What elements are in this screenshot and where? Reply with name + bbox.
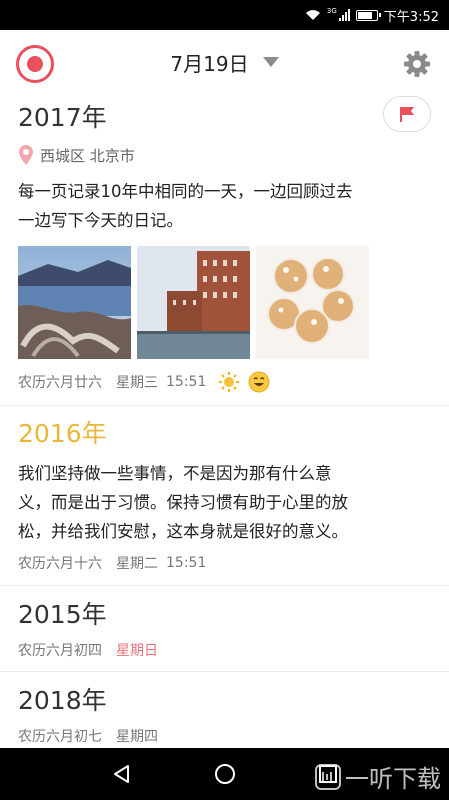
weekday: 星期二 xyxy=(116,556,158,572)
entry-year: 2016年 xyxy=(18,419,107,448)
gear-icon[interactable] xyxy=(403,50,431,78)
entry-text-line: 一边写下今天的日记。 xyxy=(18,211,183,230)
current-date: 7月19日 xyxy=(170,51,249,76)
entry-text-line: 我们坚持做一些事情，不是因为那有什么意 xyxy=(18,464,332,483)
location-text: 西城区 北京市 xyxy=(40,146,135,165)
app-bar: 7月19日 xyxy=(0,30,449,94)
lunar-date: 农历六月廿六 xyxy=(18,375,102,391)
signal-icon xyxy=(338,9,350,21)
photo-canal-buildings[interactable] xyxy=(137,246,250,359)
photo-strip xyxy=(18,246,369,359)
entry-year: 2017年 xyxy=(18,103,107,132)
status-time: 下午3:52 xyxy=(383,9,439,25)
entry-text-line: 松，并给我们安慰，这本身就是很好的意义。 xyxy=(18,522,348,541)
sun-icon[interactable] xyxy=(218,371,240,393)
location-pin-icon xyxy=(19,145,33,165)
battery-icon xyxy=(355,9,381,21)
weekday: 星期三 xyxy=(116,375,158,391)
entry-time: 15:51 xyxy=(166,555,207,571)
entry-meta: 农历六月廿六 星期三 15:51 xyxy=(18,371,270,393)
entry-meta: 农历六月十六 星期二 15:51 xyxy=(18,553,206,573)
watermark-text: 一听下载 xyxy=(345,765,441,793)
smile-emoji-icon[interactable] xyxy=(248,371,270,393)
weekday: 星期四 xyxy=(116,729,158,745)
flag-button[interactable] xyxy=(383,96,431,132)
entry-text-line: 义，而是出于习惯。保持习惯有助于心里的放 xyxy=(18,493,348,512)
date-picker[interactable]: 7月19日 xyxy=(170,48,279,77)
entry-meta: 农历六月初四 星期日 xyxy=(18,640,158,660)
network-type: 3G xyxy=(326,7,337,15)
entry-text-line: 每一页记录10年中相同的一天，一边回顾过去 xyxy=(18,182,353,201)
photo-cream-puffs[interactable] xyxy=(256,246,369,359)
entry-year: 2018年 xyxy=(18,686,107,715)
flag-icon xyxy=(400,107,414,122)
entry-time: 15:51 xyxy=(166,374,207,390)
location[interactable]: 西城区 北京市 xyxy=(18,144,135,166)
status-bar: 3G 下午3:52 xyxy=(0,0,449,30)
lunar-date: 农历六月十六 xyxy=(18,556,102,572)
lunar-date: 农历六月初七 xyxy=(18,729,102,745)
app-logo-icon[interactable] xyxy=(16,45,54,83)
wifi-icon xyxy=(305,10,320,20)
watermark-logo-icon xyxy=(315,763,341,790)
back-icon[interactable] xyxy=(111,763,133,785)
photo-lake-driftwood[interactable] xyxy=(18,246,131,359)
entry-text: 每一页记录10年中相同的一天，一边回顾过去 一边写下今天的日记。 xyxy=(18,177,430,235)
chevron-down-icon xyxy=(262,57,279,67)
entry-text: 我们坚持做一些事情，不是因为那有什么意 义，而是出于习惯。保持习惯有助于心里的放… xyxy=(18,459,430,546)
lunar-date: 农历六月初四 xyxy=(18,643,102,659)
home-icon[interactable] xyxy=(214,763,236,785)
entry-meta: 农历六月初七 星期四 xyxy=(18,726,158,746)
weekday: 星期日 xyxy=(116,643,158,659)
watermark: 一听下载 xyxy=(315,759,441,794)
entry-year: 2015年 xyxy=(18,600,107,629)
